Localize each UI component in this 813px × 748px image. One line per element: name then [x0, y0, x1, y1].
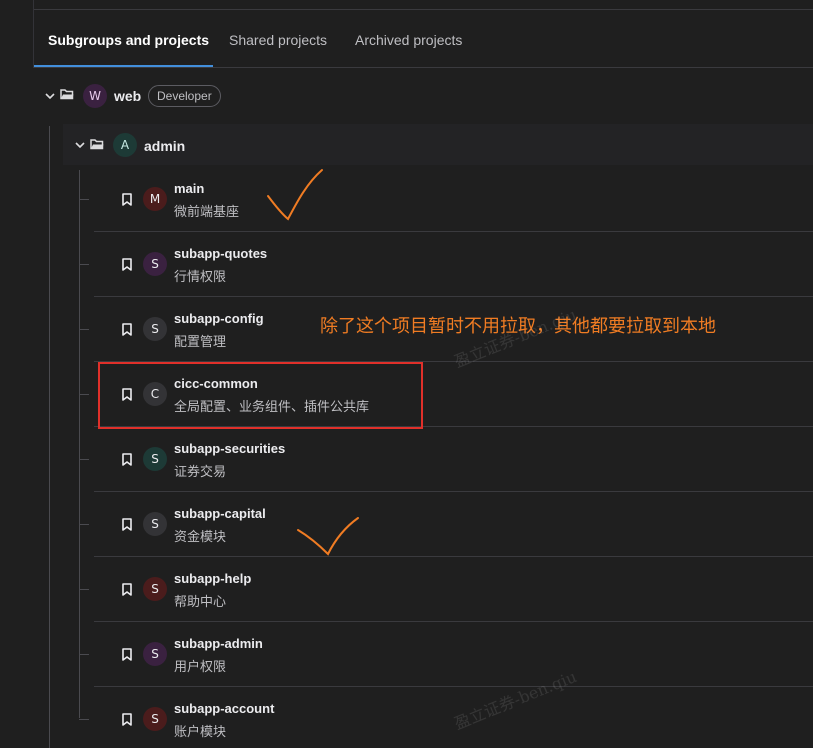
- project-description: 资金模块: [174, 530, 227, 545]
- group-tabs: Subgroups and projects Shared projects A…: [34, 10, 813, 68]
- project-row[interactable]: Ssubapp-securities 证券交易: [94, 427, 813, 492]
- folder-open-icon: [60, 89, 74, 100]
- tree-branch: [79, 654, 89, 655]
- role-badge: Developer: [148, 85, 221, 107]
- chevron-down-icon[interactable]: [74, 139, 86, 151]
- tab-subgroups-and-projects[interactable]: Subgroups and projects: [48, 32, 209, 48]
- project-avatar: S: [143, 642, 167, 666]
- tree-branch: [79, 719, 89, 720]
- project-avatar: S: [143, 252, 167, 276]
- project-description: 账户模块: [174, 725, 227, 740]
- tree-branch: [79, 394, 89, 395]
- tree-line-group: [49, 126, 50, 748]
- bookmark-icon[interactable]: [122, 453, 132, 466]
- project-description: 帮助中心: [174, 595, 227, 610]
- bookmark-icon[interactable]: [122, 258, 132, 271]
- group-name[interactable]: web: [114, 88, 141, 104]
- tab-shared-projects[interactable]: Shared projects: [229, 32, 327, 48]
- tree-branch: [79, 524, 89, 525]
- project-description: 用户权限: [174, 660, 227, 675]
- project-avatar: S: [143, 577, 167, 601]
- checkmark-annotation-icon: [297, 517, 359, 556]
- project-name[interactable]: subapp-quotes: [174, 246, 267, 261]
- gitlab-group-page: Subgroups and projects Shared projects A…: [0, 0, 813, 748]
- chevron-down-icon[interactable]: [44, 90, 56, 102]
- subgroup-avatar: A: [113, 133, 137, 157]
- project-row[interactable]: Ssubapp-capital 资金模块: [94, 492, 813, 557]
- tab-archived-projects[interactable]: Archived projects: [355, 32, 462, 48]
- project-avatar: M: [143, 187, 167, 211]
- project-name[interactable]: subapp-config: [174, 311, 264, 326]
- project-avatar: S: [143, 447, 167, 471]
- project-row[interactable]: Ssubapp-help 帮助中心: [94, 557, 813, 622]
- bookmark-icon[interactable]: [122, 518, 132, 531]
- project-row[interactable]: Ssubapp-admin 用户权限: [94, 622, 813, 687]
- project-description: 行情权限: [174, 270, 227, 285]
- project-name[interactable]: subapp-capital: [174, 506, 266, 521]
- tree-branch: [79, 589, 89, 590]
- active-tab-indicator: [34, 65, 213, 67]
- checkmark-annotation-icon: [267, 169, 323, 221]
- project-name[interactable]: main: [174, 181, 204, 196]
- highlight-box: [98, 362, 423, 429]
- group-avatar: W: [83, 84, 107, 108]
- folder-open-icon: [90, 139, 104, 150]
- tree-branch: [79, 459, 89, 460]
- project-description: 微前端基座: [174, 205, 240, 220]
- project-name[interactable]: subapp-account: [174, 701, 274, 716]
- bookmark-icon[interactable]: [122, 713, 132, 726]
- project-row[interactable]: Ssubapp-quotes 行情权限: [94, 232, 813, 297]
- project-description: 配置管理: [174, 335, 227, 350]
- tree-branch: [79, 199, 89, 200]
- subgroup-name[interactable]: admin: [144, 138, 185, 154]
- project-avatar: S: [143, 317, 167, 341]
- tree-branch: [79, 329, 89, 330]
- project-avatar: S: [143, 707, 167, 731]
- project-name[interactable]: subapp-help: [174, 571, 251, 586]
- project-row[interactable]: Mmain 微前端基座: [94, 167, 813, 232]
- tree-line-subgroup: [79, 170, 80, 718]
- bookmark-icon[interactable]: [122, 583, 132, 596]
- project-name[interactable]: subapp-securities: [174, 441, 285, 456]
- bookmark-icon[interactable]: [122, 323, 132, 336]
- project-description: 证券交易: [174, 465, 227, 480]
- bookmark-icon[interactable]: [122, 193, 132, 206]
- bookmark-icon[interactable]: [122, 648, 132, 661]
- tree-branch: [79, 264, 89, 265]
- project-name[interactable]: subapp-admin: [174, 636, 263, 651]
- project-avatar: S: [143, 512, 167, 536]
